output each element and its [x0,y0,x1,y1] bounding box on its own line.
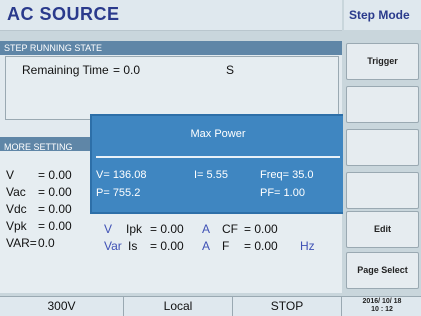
title-bar: AC SOURCE [0,0,342,31]
status-time: 10 : 12 [371,306,393,313]
vac-value: = 0.00 [38,185,72,199]
popup-current: I= 5.55 [194,169,228,181]
vpk-value: = 0.00 [38,219,72,233]
softkey-2-button[interactable] [346,86,419,123]
ipk-label: Ipk [126,222,143,236]
v-value: = 0.00 [38,168,72,182]
v-label: V [6,168,15,182]
status-datetime: 2016/ 10/ 18 10 : 12 [343,298,421,316]
status-output-state: STOP [233,297,342,316]
app-title: AC SOURCE [7,4,120,24]
f-unit: Hz [300,239,315,253]
ipk-unit: A [202,222,211,236]
status-control-mode: Local [124,297,233,316]
status-voltage-range: 300V [0,297,124,316]
popup-title: Max Power [190,128,246,140]
popup-frequency: Freq= 35.0 [260,169,314,181]
cf-label: CF [222,222,238,236]
mode-label: Step Mode [349,8,410,22]
var-value: 0.0 [38,236,55,250]
step-running-header: STEP RUNNING STATE [0,41,342,55]
softkey-3-button[interactable] [346,129,419,166]
is-label: Is [128,239,138,253]
remaining-time-label: Remaining Time [22,63,109,77]
remaining-time-value: = 0.0 [113,63,141,77]
popup-power-factor: PF= 1.00 [260,187,305,199]
mode-header: Step Mode [344,0,421,31]
softkey-4-button[interactable] [346,172,419,209]
f-label: F [222,239,230,253]
ipk-value: = 0.00 [150,222,184,236]
popup-voltage: V= 136.08 [96,169,147,181]
popup-divider [96,156,340,158]
var-unit: Var [104,239,122,253]
vpk-label: Vpk [6,219,27,233]
is-unit: A [202,239,211,253]
status-date: 2016/ 10/ 18 [362,298,402,305]
remaining-time-unit: S [226,63,235,77]
f-value: = 0.00 [244,239,278,253]
popup-power: P= 755.2 [96,187,141,199]
vdc-value: = 0.00 [38,202,72,216]
vdc-label: Vdc [6,202,27,216]
trigger-button[interactable]: Trigger [346,43,419,80]
edit-button[interactable]: Edit [346,211,419,248]
status-bar: 300V Local STOP 2016/ 10/ 18 10 : 12 [0,296,421,316]
page-select-button[interactable]: Page Select [346,252,419,289]
v-unit: V [104,222,113,236]
vac-label: Vac [6,185,26,199]
var-label: VAR= [6,236,37,250]
is-value: = 0.00 [150,239,184,253]
max-power-popup: Max Power V= 136.08 I= 5.55 Freq= 35.0 P… [90,114,346,214]
cf-value: = 0.00 [244,222,278,236]
